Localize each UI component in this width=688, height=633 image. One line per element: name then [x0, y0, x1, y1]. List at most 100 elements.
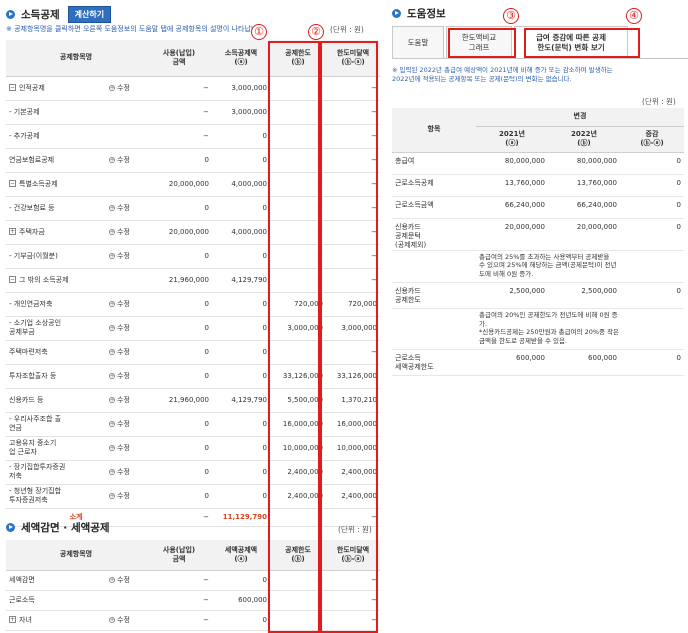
edit-label[interactable]: 수정	[117, 228, 130, 236]
item-label[interactable]: - 기부금(이월분)	[9, 252, 58, 260]
edit-label[interactable]: 수정	[117, 468, 130, 476]
item-cell[interactable]: 근로소득	[6, 590, 106, 611]
collapse-icon[interactable]: −	[9, 180, 16, 187]
item-label[interactable]: 고용유지 중소기 업 근로자	[9, 439, 56, 456]
item-cell[interactable]: - 우리사주조합 출 연금	[6, 412, 106, 437]
ded-cell: 600,000	[212, 590, 271, 611]
edit-cell: + 수정	[106, 436, 147, 461]
used-cell: −	[146, 590, 213, 611]
item-label[interactable]: - 장기집합투자증권 저축	[9, 463, 65, 480]
item-label[interactable]: 세액감면	[9, 576, 35, 584]
item-cell[interactable]: 신용카드 등	[6, 388, 106, 413]
used-cell: 0	[146, 340, 213, 365]
help-row: 근로소득공제 13,760,000 13,760,000 0	[392, 174, 684, 197]
item-cell[interactable]: - 개인연금저축	[6, 292, 106, 317]
col-header: 공제항목명	[6, 540, 147, 571]
item-cell[interactable]: + 자녀	[6, 610, 106, 631]
edit-button[interactable]: + 수정	[109, 372, 130, 380]
item-cell[interactable]: - 기본공제	[6, 100, 106, 125]
tab-help[interactable]: 도움말	[392, 26, 444, 58]
edit-label[interactable]: 수정	[117, 420, 130, 428]
edit-label[interactable]: 수정	[117, 576, 130, 584]
edit-button[interactable]: + 수정	[109, 468, 130, 476]
item-label[interactable]: 근로소득	[9, 596, 35, 604]
item-label[interactable]: 주택자금	[19, 228, 45, 236]
marker-1: ①	[251, 24, 267, 40]
item-label[interactable]: - 청년형 장기집합 투자증권저축	[9, 487, 61, 504]
edit-label[interactable]: 수정	[117, 300, 130, 308]
edit-button[interactable]: + 수정	[109, 420, 130, 428]
edit-cell: + 수정	[106, 196, 147, 221]
item-cell[interactable]: - 청년형 장기집합 투자증권저축	[6, 484, 106, 509]
expand-icon[interactable]: +	[9, 228, 16, 235]
expand-icon[interactable]: +	[9, 616, 16, 623]
edit-button[interactable]: + 수정	[109, 324, 130, 332]
edit-button[interactable]: + 수정	[109, 492, 130, 500]
item-cell[interactable]: - 장기집합투자증권 저축	[6, 460, 106, 485]
item-cell[interactable]: - 건강보험료 등	[6, 196, 106, 221]
edit-label[interactable]: 수정	[117, 444, 130, 452]
edit-button[interactable]: + 수정	[109, 396, 130, 404]
ded-cell: 0	[212, 196, 271, 221]
item-label[interactable]: - 우리사주조합 출 연금	[9, 415, 61, 432]
edit-button[interactable]: + 수정	[109, 300, 130, 308]
edit-button[interactable]: + 수정	[109, 204, 130, 212]
edit-label[interactable]: 수정	[117, 492, 130, 500]
item-label[interactable]: 그 밖의 소득공제	[19, 276, 69, 284]
item-label[interactable]: - 개인연금저축	[9, 300, 52, 308]
col-header: 사용(납입) 금액	[146, 540, 213, 571]
edit-label[interactable]: 수정	[117, 372, 130, 380]
item-cell[interactable]: − 특별소득공제	[6, 172, 106, 197]
edit-label[interactable]: 수정	[117, 252, 130, 260]
collapse-icon[interactable]: −	[9, 276, 16, 283]
help-y2021: 600,000	[476, 349, 548, 376]
item-label[interactable]: 신용카드 등	[9, 396, 43, 404]
item-label[interactable]: 특별소득공제	[19, 180, 58, 188]
edit-button[interactable]: + 수정	[109, 156, 130, 164]
edit-button[interactable]: + 수정	[109, 252, 130, 260]
item-label[interactable]: 자녀	[19, 616, 32, 624]
item-cell[interactable]: 주택마련저축	[6, 340, 106, 365]
edit-button[interactable]: + 수정	[109, 84, 130, 92]
edit-button[interactable]: + 수정	[109, 348, 130, 356]
item-label[interactable]: 인적공제	[19, 84, 45, 92]
edit-label[interactable]: 수정	[117, 84, 130, 92]
item-cell[interactable]: - 소기업 소상공인 공제부금	[6, 316, 106, 341]
edit-label[interactable]: 수정	[117, 156, 130, 164]
edit-label[interactable]: 수정	[117, 616, 130, 624]
help-y2022: 80,000,000	[548, 152, 620, 175]
item-cell[interactable]: − 인적공제	[6, 76, 106, 101]
bullet-icon	[392, 9, 401, 18]
item-cell[interactable]: 연금보험료공제	[6, 148, 106, 173]
item-cell[interactable]: + 주택자금	[6, 220, 106, 245]
item-cell[interactable]: - 기부금(이월분)	[6, 244, 106, 269]
edit-label[interactable]: 수정	[117, 348, 130, 356]
edit-icon: +	[109, 576, 115, 583]
item-label[interactable]: - 소기업 소상공인 공제부금	[9, 319, 61, 336]
item-label[interactable]: - 건강보험료 등	[9, 204, 55, 212]
item-cell[interactable]: 세액감면	[6, 570, 106, 591]
bullet-icon	[6, 10, 15, 19]
edit-label[interactable]: 수정	[117, 324, 130, 332]
collapse-icon[interactable]: −	[9, 84, 16, 91]
item-label[interactable]: 투자조합출자 등	[9, 372, 56, 380]
item-cell[interactable]: 고용유지 중소기 업 근로자	[6, 436, 106, 461]
item-label[interactable]: 주택마련저축	[9, 348, 48, 356]
edit-icon: +	[109, 84, 115, 91]
help-y2022: 2,500,000	[548, 282, 620, 309]
item-cell[interactable]: 투자조합출자 등	[6, 364, 106, 389]
item-label[interactable]: - 추가공제	[9, 132, 40, 140]
used-cell: −	[146, 610, 213, 631]
help-y2021: 80,000,000	[476, 152, 548, 175]
edit-button[interactable]: + 수정	[109, 228, 130, 236]
edit-button[interactable]: + 수정	[109, 444, 130, 452]
item-cell[interactable]: − 그 밖의 소득공제	[6, 268, 106, 293]
edit-button[interactable]: + 수정	[109, 616, 130, 624]
calculate-button[interactable]: 계산하기	[67, 6, 112, 23]
edit-label[interactable]: 수정	[117, 396, 130, 404]
item-label[interactable]: 연금보험료공제	[9, 156, 54, 164]
edit-label[interactable]: 수정	[117, 204, 130, 212]
edit-button[interactable]: + 수정	[109, 576, 130, 584]
item-cell[interactable]: - 추가공제	[6, 124, 106, 149]
item-label[interactable]: - 기본공제	[9, 108, 40, 116]
